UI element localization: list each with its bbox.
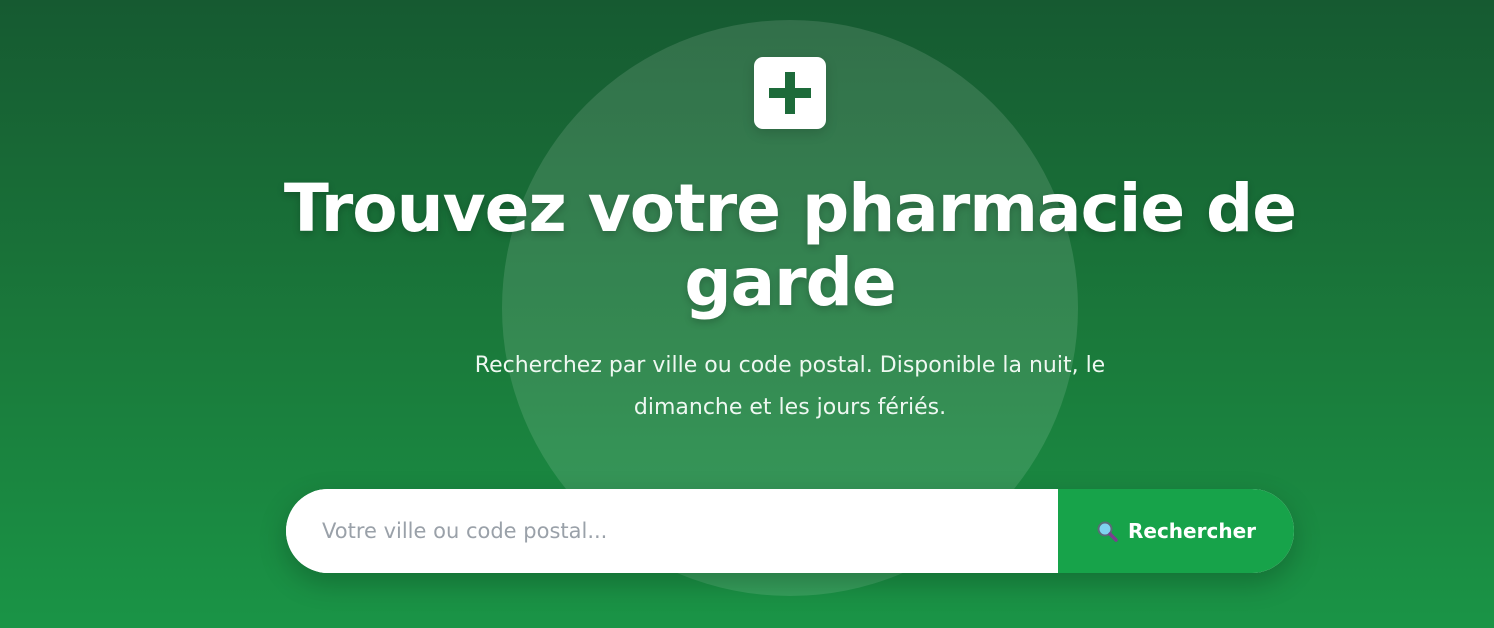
pharmacy-cross-icon bbox=[769, 72, 811, 114]
page-title: Trouvez votre pharmacie de garde bbox=[283, 170, 1297, 321]
search-input[interactable] bbox=[286, 489, 1058, 573]
search-button-label: Rechercher bbox=[1127, 519, 1256, 543]
search-button[interactable]: Rechercher bbox=[1058, 489, 1294, 573]
pharmacy-logo bbox=[754, 57, 826, 129]
search-form: Rechercher bbox=[286, 489, 1294, 573]
hero-section: Trouvez votre pharmacie de garde Recherc… bbox=[0, 0, 1494, 628]
magnifier-icon bbox=[1097, 521, 1118, 542]
page-subtitle: Recherchez par ville ou code postal. Dis… bbox=[474, 353, 1106, 420]
